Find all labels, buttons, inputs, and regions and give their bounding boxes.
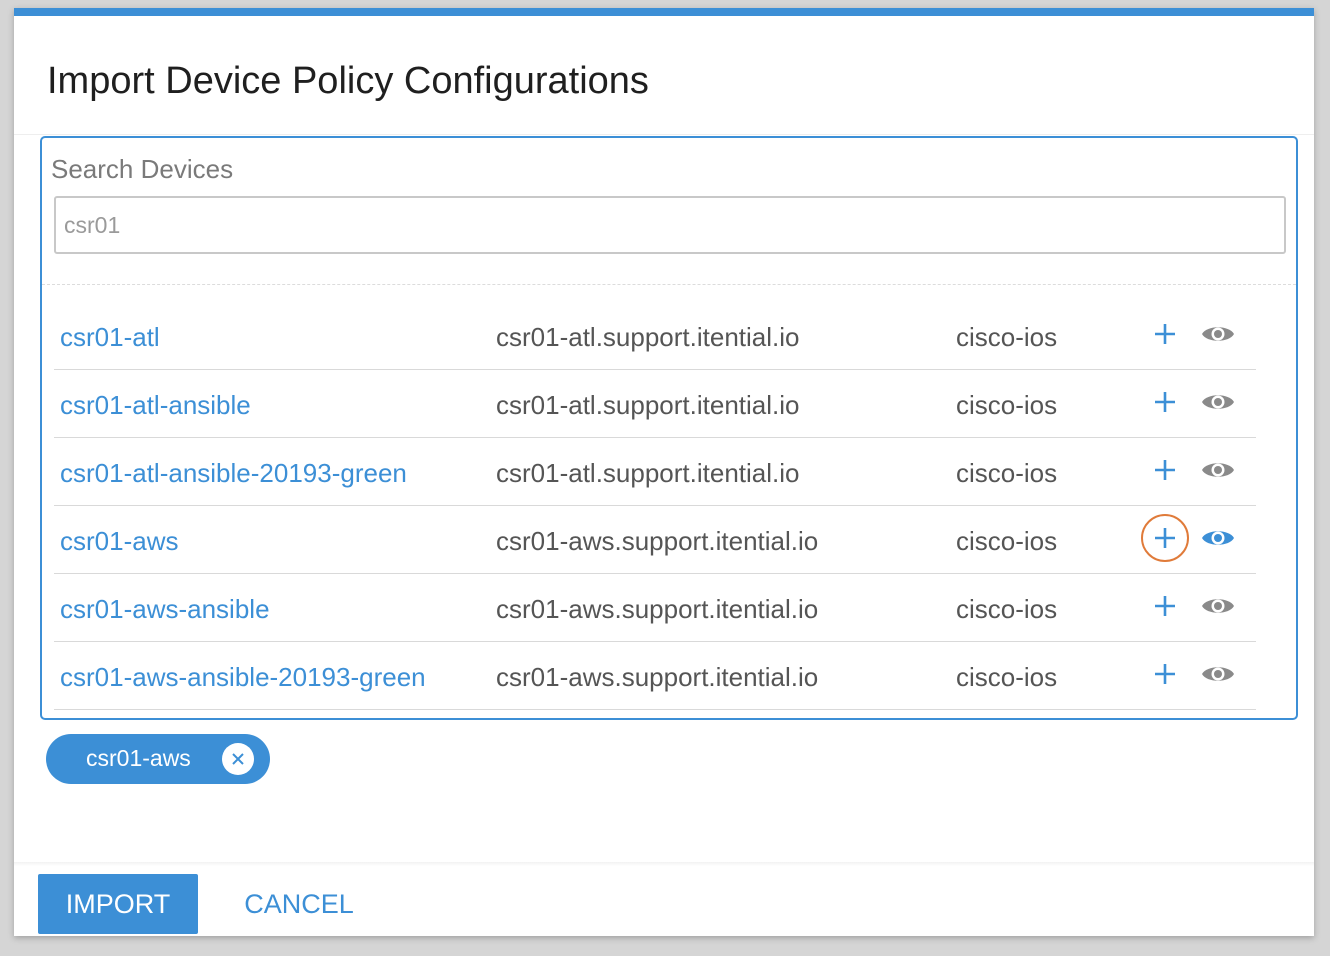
device-os: cisco-ios xyxy=(956,526,1058,556)
plus-icon xyxy=(1155,528,1175,548)
footer-divider xyxy=(14,862,1314,866)
device-name-link[interactable]: csr01-atl-ansible-20193-green xyxy=(60,458,407,489)
device-list: csr01-atl csr01-atl.support.itential.io … xyxy=(54,302,1256,710)
add-device-button[interactable] xyxy=(1141,582,1189,630)
add-device-button[interactable] xyxy=(1141,378,1189,426)
device-host: csr01-atl.support.itential.io xyxy=(496,390,800,420)
add-device-button[interactable] xyxy=(1141,650,1189,698)
device-host: csr01-aws.support.itential.io xyxy=(496,594,819,624)
add-device-button[interactable] xyxy=(1141,514,1189,562)
import-dialog: Import Device Policy Configurations Sear… xyxy=(14,8,1314,936)
dialog-title: Import Device Policy Configurations xyxy=(47,60,649,102)
view-device-button[interactable] xyxy=(1200,455,1236,485)
plus-icon xyxy=(1155,596,1175,616)
selected-device-chip: csr01-aws xyxy=(46,734,270,784)
import-button[interactable]: IMPORT xyxy=(38,874,198,934)
device-host: csr01-atl.support.itential.io xyxy=(496,458,800,488)
device-os: cisco-ios xyxy=(956,458,1058,488)
device-row: csr01-aws csr01-aws.support.itential.io … xyxy=(54,506,1256,574)
eye-icon xyxy=(1202,531,1234,545)
view-device-button[interactable] xyxy=(1200,387,1236,417)
device-os: cisco-ios xyxy=(956,322,1058,352)
remove-chip-button[interactable] xyxy=(222,743,254,775)
eye-icon xyxy=(1202,463,1234,477)
view-device-button[interactable] xyxy=(1200,523,1236,553)
device-name-link[interactable]: csr01-aws-ansible-20193-green xyxy=(60,662,426,693)
divider xyxy=(42,284,1296,285)
cancel-button[interactable]: CANCEL xyxy=(234,874,364,934)
search-label: Search Devices xyxy=(51,154,234,184)
device-host: csr01-aws.support.itential.io xyxy=(496,662,819,692)
device-host: csr01-aws.support.itential.io xyxy=(496,526,819,556)
device-name-link[interactable]: csr01-aws xyxy=(60,526,178,557)
device-row: csr01-atl-ansible-20193-green csr01-atl.… xyxy=(54,438,1256,506)
plus-icon xyxy=(1155,460,1175,480)
device-os: cisco-ios xyxy=(956,390,1058,420)
device-os: cisco-ios xyxy=(956,662,1058,692)
view-device-button[interactable] xyxy=(1200,591,1236,621)
plus-icon xyxy=(1155,392,1175,412)
add-device-button[interactable] xyxy=(1141,446,1189,494)
device-search-panel: Search Devices csr01-atl csr01-atl.suppo… xyxy=(40,136,1298,720)
device-name-link[interactable]: csr01-atl xyxy=(60,322,160,353)
search-input[interactable] xyxy=(54,196,1286,254)
plus-icon xyxy=(1155,324,1175,344)
device-row: csr01-aws-ansible-20193-green csr01-aws.… xyxy=(54,642,1256,710)
eye-icon xyxy=(1202,395,1234,409)
view-device-button[interactable] xyxy=(1200,319,1236,349)
device-name-link[interactable]: csr01-aws-ansible xyxy=(60,594,270,625)
plus-icon xyxy=(1155,664,1175,684)
header-divider xyxy=(14,134,1314,135)
close-icon xyxy=(232,753,244,765)
eye-icon xyxy=(1202,667,1234,681)
eye-icon xyxy=(1202,327,1234,341)
device-row: csr01-atl csr01-atl.support.itential.io … xyxy=(54,302,1256,370)
chip-label: csr01-aws xyxy=(86,745,191,771)
device-name-link[interactable]: csr01-atl-ansible xyxy=(60,390,251,421)
device-row: csr01-aws-ansible csr01-aws.support.iten… xyxy=(54,574,1256,642)
device-row: csr01-atl-ansible csr01-atl.support.iten… xyxy=(54,370,1256,438)
add-device-button[interactable] xyxy=(1141,310,1189,358)
view-device-button[interactable] xyxy=(1200,659,1236,689)
device-host: csr01-atl.support.itential.io xyxy=(496,322,800,352)
device-os: cisco-ios xyxy=(956,594,1058,624)
eye-icon xyxy=(1202,599,1234,613)
